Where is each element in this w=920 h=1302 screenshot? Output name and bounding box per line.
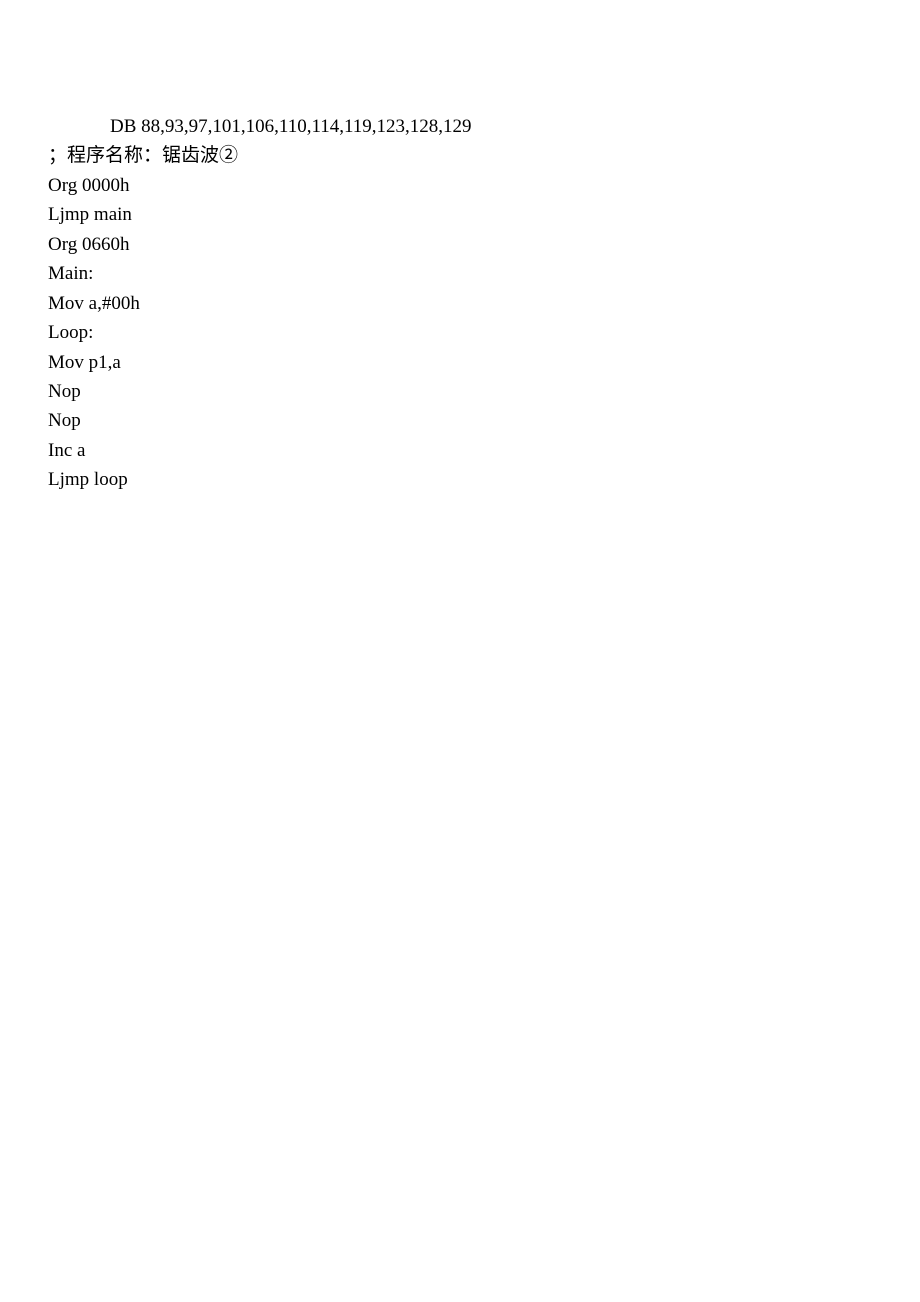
code-line: Nop (48, 406, 920, 435)
document-page: DB 88,93,97,101,106,110,114,119,123,128,… (0, 0, 920, 1302)
code-line: Nop (48, 377, 920, 406)
code-line: Main: (48, 259, 920, 288)
code-line: Org 0660h (48, 230, 920, 259)
code-line: Org 0000h (48, 171, 920, 200)
code-line: Ljmp loop (48, 465, 920, 494)
code-line: Mov a,#00h (48, 289, 920, 318)
code-line: Ljmp main (48, 200, 920, 229)
code-line: ；程序名称：锯齿波② (48, 141, 920, 170)
code-line: Loop: (48, 318, 920, 347)
code-line: DB 88,93,97,101,106,110,114,119,123,128,… (48, 112, 920, 141)
code-line: Mov p1,a (48, 348, 920, 377)
code-line: Inc a (48, 436, 920, 465)
